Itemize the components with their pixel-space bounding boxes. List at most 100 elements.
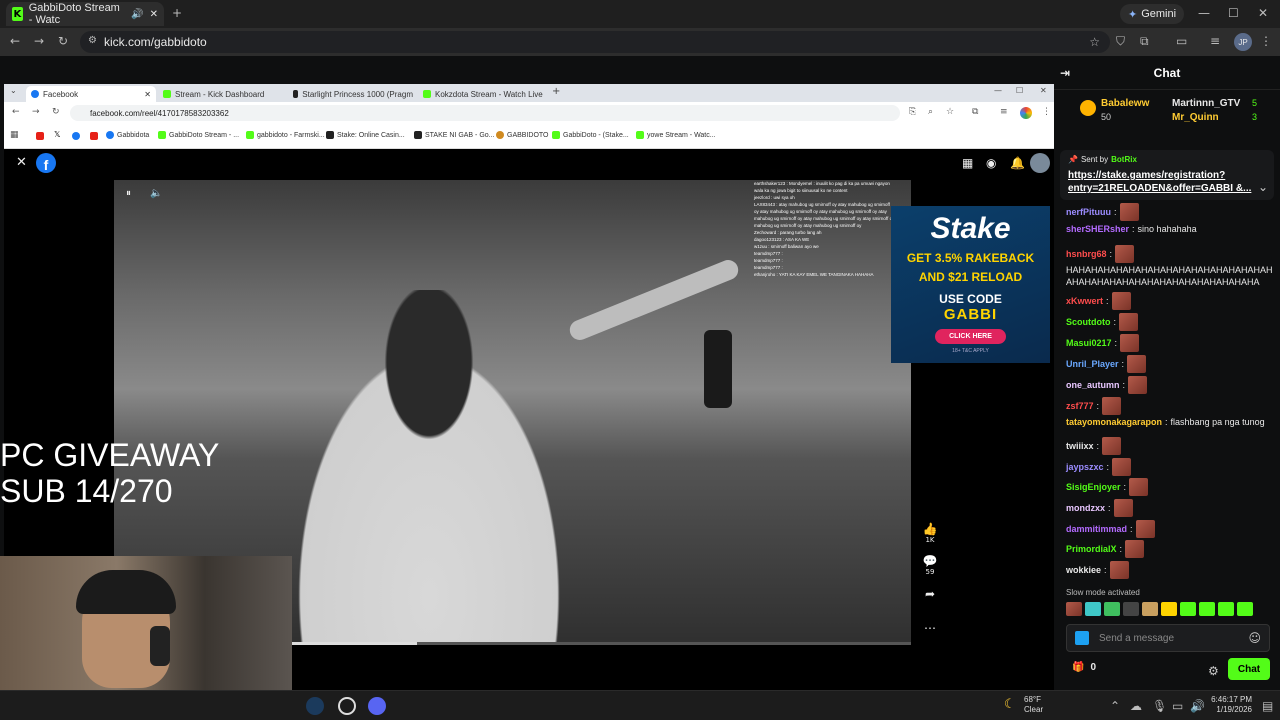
chat-username[interactable]: sherSHERsher <box>1066 224 1129 234</box>
x-icon[interactable]: 𝕏 <box>54 130 60 139</box>
chat-username[interactable]: PrimordialX <box>1066 544 1117 554</box>
back-icon[interactable]: ← <box>10 34 20 48</box>
gifter-name[interactable]: Mr_Quinn <box>1172 112 1219 123</box>
reload-icon[interactable]: ↻ <box>58 34 68 48</box>
chat-username[interactable]: tatayomonakagarapon <box>1066 417 1162 427</box>
share-button[interactable]: ➦ <box>920 587 940 601</box>
cast-icon[interactable]: ▭ <box>1176 34 1187 48</box>
facebook-logo-icon[interactable]: f <box>36 153 56 173</box>
shield-icon[interactable]: ⛉ <box>1116 34 1125 49</box>
maximize-icon[interactable]: ☐ <box>1228 6 1239 20</box>
pause-icon[interactable]: ⏸ <box>126 188 131 199</box>
inner-tab-kick-dashboard[interactable]: Stream - Kick Dashboard <box>158 86 288 102</box>
clock[interactable]: 6:46:17 PM 1/19/2026 <box>1206 695 1252 715</box>
media-icon[interactable]: ≡ <box>1210 34 1220 48</box>
cloud-icon[interactable]: ☁ <box>1130 699 1142 713</box>
chat-username[interactable]: SisigEnjoyer <box>1066 482 1121 492</box>
minimize-icon[interactable]: — <box>1198 6 1210 20</box>
chat-username[interactable]: one_autumn <box>1066 380 1120 390</box>
emote-icon[interactable] <box>1066 602 1082 616</box>
bookmark-item[interactable]: yowe Stream - Watc... <box>636 131 716 139</box>
emote-icon[interactable] <box>1180 602 1196 616</box>
emote-icon[interactable] <box>1085 602 1101 616</box>
stake-click-here-button[interactable]: CLICK HERE <box>935 329 1006 344</box>
stake-ad-banner[interactable]: Stake GET 3.5% RAKEBACK AND $21 RELOAD U… <box>891 206 1050 363</box>
notifications-icon[interactable]: ▤ <box>1262 699 1273 713</box>
youtube-icon[interactable] <box>90 132 98 140</box>
emote-icon[interactable] <box>1237 602 1253 616</box>
speaker-icon[interactable]: 🔊 <box>131 9 143 20</box>
inner-url-field[interactable]: facebook.com/reel/4170178583203362 <box>70 105 900 121</box>
volume-icon[interactable]: 🔊 <box>1190 699 1205 713</box>
send-chat-button[interactable]: Chat <box>1228 658 1270 680</box>
fb-profile-avatar[interactable] <box>1030 153 1050 173</box>
emote-icon[interactable] <box>1104 602 1120 616</box>
new-tab-icon[interactable]: + <box>552 86 560 97</box>
emote-icon[interactable] <box>1123 602 1139 616</box>
gemini-button[interactable]: ✦ Gemini <box>1120 4 1185 24</box>
gifter-name[interactable]: Martinnn_GTV <box>1172 98 1240 109</box>
chat-username[interactable]: wokkiee <box>1066 565 1101 575</box>
pinned-message[interactable]: 📌 Sent by BotRix https://stake.games/reg… <box>1060 150 1274 200</box>
chat-username[interactable]: hsnbrg68 <box>1066 249 1107 259</box>
menu-grid-icon[interactable]: ▦ <box>962 156 973 170</box>
outer-url-field[interactable]: ⚙ kick.com/gabbidoto ☆ <box>80 31 1110 53</box>
notifications-bell-icon[interactable]: 🔔 <box>1010 156 1025 170</box>
close-tab-icon[interactable]: ✕ <box>144 90 151 99</box>
chat-username[interactable]: jaypszxc <box>1066 462 1104 472</box>
site-info-icon[interactable]: ⚙ <box>88 35 97 46</box>
zoom-icon[interactable]: ⌕ <box>928 107 933 117</box>
chat-username[interactable]: Unril_Player <box>1066 359 1119 369</box>
tab-list-icon[interactable]: ⌄ <box>10 86 17 95</box>
extensions-icon[interactable]: ⧉ <box>972 107 978 117</box>
discord-icon[interactable] <box>368 697 386 715</box>
close-reel-icon[interactable]: ✕ <box>16 155 27 170</box>
mic-icon[interactable]: 🎙 <box>1152 699 1167 713</box>
back-icon[interactable]: ← <box>12 107 20 117</box>
close-tab-icon[interactable]: ✕ <box>150 9 158 20</box>
pinned-sender[interactable]: BotRix <box>1111 155 1137 164</box>
install-icon[interactable]: ⎘ <box>909 107 916 117</box>
like-button[interactable]: 👍 1K <box>920 522 940 544</box>
bookmark-item[interactable]: GabbiDoto - (Stake... <box>552 131 629 139</box>
bookmark-item[interactable]: STAKE NI GAB - Go... <box>414 131 495 139</box>
extensions-icon[interactable]: ⧉ <box>1140 34 1149 49</box>
emote-icon[interactable] <box>1218 602 1234 616</box>
reload-icon[interactable]: ↻ <box>52 107 60 117</box>
comment-button[interactable]: 💬 59 <box>920 554 940 576</box>
forward-icon[interactable]: → <box>34 34 44 48</box>
emoji-icon[interactable]: ☺ <box>1248 631 1261 645</box>
bookmark-item[interactable]: Gabbidota <box>106 131 149 139</box>
gifter-name[interactable]: Babaleww <box>1101 98 1149 109</box>
chat-username[interactable]: zsf777 <box>1066 401 1094 411</box>
weather-widget[interactable]: 68°F Clear <box>1024 695 1043 715</box>
profile-avatar[interactable] <box>1020 107 1032 119</box>
chat-username[interactable]: nerfPituuu <box>1066 207 1111 217</box>
expand-chevron-icon[interactable]: ⌄ <box>1258 180 1268 194</box>
bookmark-item[interactable]: GabbiDoto Stream - ... <box>158 131 239 139</box>
collapse-chat-icon[interactable]: ⇥ <box>1060 66 1070 80</box>
new-tab-icon[interactable]: + <box>172 6 182 20</box>
youtube-icon[interactable] <box>36 132 44 140</box>
chat-username[interactable]: mondzxx <box>1066 503 1105 513</box>
inner-tab-starlight[interactable]: Starlight Princess 1000 (Pragm <box>288 86 418 102</box>
close-window-icon[interactable]: ✕ <box>1040 86 1047 95</box>
outer-tab-kick[interactable]: K GabbiDoto Stream - Watc 🔊 ✕ <box>6 2 164 26</box>
forward-icon[interactable]: → <box>32 107 40 117</box>
bookmark-star-icon[interactable]: ☆ <box>1089 35 1100 49</box>
volume-icon[interactable]: 🔈 <box>150 188 162 199</box>
maximize-icon[interactable]: ☐ <box>1016 86 1023 95</box>
emote-icon[interactable] <box>1142 602 1158 616</box>
emote-icon[interactable] <box>1199 602 1215 616</box>
facebook-icon[interactable] <box>72 132 80 140</box>
chat-settings-gear-icon[interactable]: ⚙ <box>1208 664 1219 678</box>
network-icon[interactable]: ▭ <box>1172 699 1183 713</box>
menu-kebab-icon[interactable]: ⋮ <box>1260 34 1272 48</box>
menu-kebab-icon[interactable]: ⋮ <box>1042 107 1051 117</box>
chat-username[interactable]: dammitimmad <box>1066 524 1127 534</box>
chat-username[interactable]: Masui0217 <box>1066 338 1112 348</box>
more-options-button[interactable]: ⋯ <box>920 621 940 635</box>
profile-avatar[interactable]: JP <box>1234 33 1252 51</box>
app-icon[interactable] <box>338 697 356 715</box>
chat-message-input[interactable]: Send a message ☺ <box>1066 624 1270 652</box>
